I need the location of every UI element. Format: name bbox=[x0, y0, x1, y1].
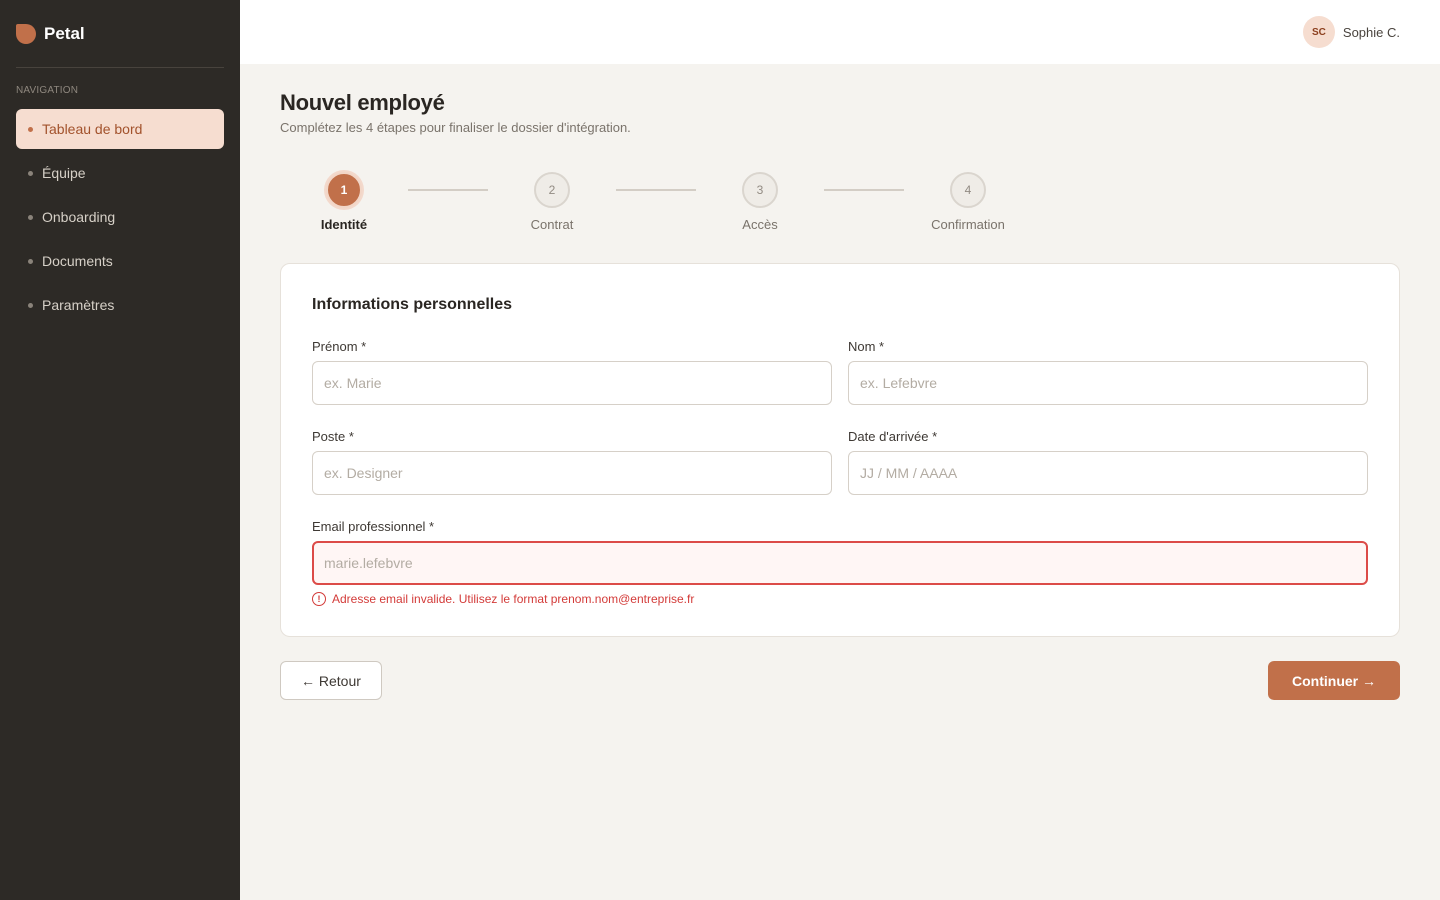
last-name-input[interactable] bbox=[848, 361, 1368, 405]
bullet-icon bbox=[28, 214, 33, 220]
bullet-icon bbox=[28, 258, 33, 264]
sidebar-item-dashboard[interactable]: Tableau de bord bbox=[16, 109, 224, 149]
user-name: Sophie C. bbox=[1342, 24, 1400, 40]
position-group: Poste * bbox=[312, 429, 832, 495]
back-button[interactable]: ← Retour bbox=[280, 661, 382, 700]
step-connector bbox=[408, 189, 488, 191]
last-name-group: Nom * bbox=[848, 339, 1368, 405]
sidebar-item-label: Paramètres bbox=[42, 297, 115, 313]
bullet-icon bbox=[28, 302, 33, 308]
email-input[interactable] bbox=[312, 541, 1368, 585]
personal-info-card: Informations personnelles Prénom * Nom *… bbox=[280, 263, 1400, 637]
stepper: 1 Identité 2 Contrat 3 Accès 4 Confirmat… bbox=[280, 172, 1040, 236]
sidebar-item-team[interactable]: Équipe bbox=[16, 153, 224, 193]
step-number: 4 bbox=[950, 172, 986, 208]
first-name-input[interactable] bbox=[312, 361, 832, 405]
sidebar-item-documents[interactable]: Documents bbox=[16, 241, 224, 281]
last-name-label: Nom * bbox=[848, 339, 885, 354]
position-input[interactable] bbox=[312, 451, 832, 495]
step-number: 2 bbox=[534, 172, 570, 208]
start-date-label: Date d'arrivée * bbox=[848, 429, 938, 444]
start-date-group: Date d'arrivée * bbox=[848, 429, 1368, 495]
start-date-input[interactable] bbox=[848, 451, 1368, 495]
step-label: Contrat bbox=[530, 217, 574, 232]
top-bar: SC Sophie C. bbox=[240, 0, 1440, 64]
step-label: Accès bbox=[742, 217, 778, 232]
sidebar-item-label: Tableau de bord bbox=[42, 121, 143, 137]
brand[interactable]: Petal bbox=[16, 0, 224, 68]
sidebar-item-label: Documents bbox=[42, 253, 113, 269]
sidebar: Petal NAVIGATION Tableau de bord Équipe … bbox=[0, 0, 240, 900]
sidebar-item-label: Équipe bbox=[42, 165, 86, 181]
user-menu[interactable]: SC Sophie C. bbox=[1302, 16, 1400, 48]
petal-logo-icon bbox=[16, 23, 36, 44]
alert-circle-icon: ! bbox=[312, 592, 326, 606]
avatar: SC bbox=[1302, 16, 1335, 48]
sidebar-item-onboarding[interactable]: Onboarding bbox=[16, 197, 224, 237]
step-number: 1 bbox=[326, 172, 362, 208]
sidebar-item-settings[interactable]: Paramètres bbox=[16, 285, 224, 325]
step-contract[interactable]: 2 Contrat bbox=[502, 172, 602, 232]
email-error-text: Adresse email invalide. Utilisez le form… bbox=[332, 592, 695, 606]
continue-button[interactable]: Continuer → bbox=[1268, 661, 1400, 700]
brand-name: Petal bbox=[44, 23, 85, 43]
step-connector bbox=[616, 189, 696, 191]
step-label: Confirmation bbox=[931, 217, 1005, 232]
bullet-icon bbox=[28, 170, 33, 176]
first-name-label: Prénom * bbox=[312, 339, 367, 354]
step-confirmation[interactable]: 4 Confirmation bbox=[918, 172, 1018, 232]
email-error: ! Adresse email invalide. Utilisez le fo… bbox=[312, 592, 1368, 606]
card-title: Informations personnelles bbox=[312, 296, 513, 313]
position-label: Poste * bbox=[312, 429, 354, 444]
step-identity[interactable]: 1 Identité bbox=[294, 172, 394, 232]
nav-list: Tableau de bord Équipe Onboarding Docume… bbox=[16, 109, 224, 325]
email-label: Email professionnel * bbox=[312, 519, 435, 534]
email-group: Email professionnel * ! Adresse email in… bbox=[312, 519, 1368, 606]
page-title: Nouvel employé bbox=[280, 90, 445, 115]
step-connector bbox=[824, 189, 904, 191]
step-number: 3 bbox=[742, 172, 778, 208]
sidebar-item-label: Onboarding bbox=[42, 209, 116, 225]
bullet-icon bbox=[28, 126, 33, 132]
step-label: Identité bbox=[320, 217, 368, 232]
nav-heading: NAVIGATION bbox=[16, 85, 79, 96]
step-access[interactable]: 3 Accès bbox=[710, 172, 810, 232]
first-name-group: Prénom * bbox=[312, 339, 832, 405]
page-subtitle: Complétez les 4 étapes pour finaliser le… bbox=[280, 120, 631, 135]
